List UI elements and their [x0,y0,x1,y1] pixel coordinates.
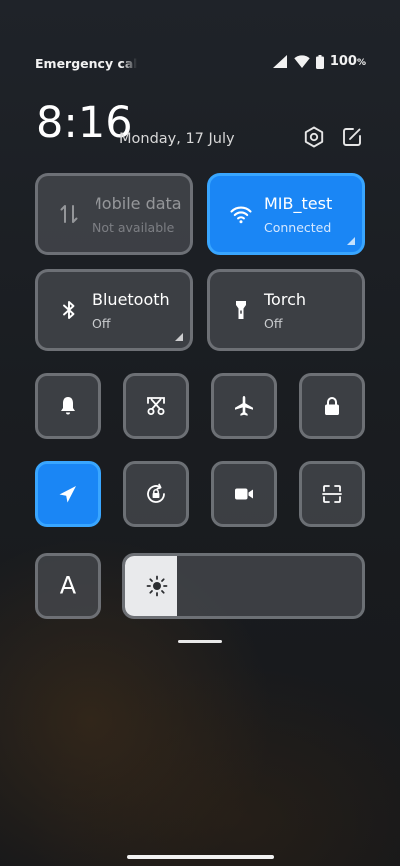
status-icons: 100% [272,54,366,69]
torch-label: Torch [264,290,307,309]
battery-percentage: 100% [330,54,366,69]
wifi-status: Connected [264,220,332,235]
status-bar [0,0,400,40]
airplane-mode-tile[interactable] [211,373,277,439]
cell-signal-icon [272,55,287,68]
torch-icon [236,301,246,319]
screenshot-tile[interactable] [123,373,189,439]
status-text: Emergency calls only [35,56,137,71]
edit-icon[interactable] [340,125,364,149]
airplane-icon [235,396,253,416]
font-size-tile[interactable]: A [35,553,101,619]
battery-unit: % [356,58,366,68]
wifi-signal-icon [294,55,310,68]
bluetooth-icon [63,301,75,319]
mobile-data-status: Not available [92,220,175,235]
screen-recorder-tile[interactable] [211,461,277,527]
notification-tile[interactable] [35,373,101,439]
date-text: Monday, 17 July [119,131,235,147]
mobile-data-label: Mobile data [96,194,182,213]
wifi-network-name: MIB_test [264,194,333,213]
brightness-slider[interactable] [122,553,365,619]
location-arrow-icon [59,486,76,503]
battery-icon [315,54,324,69]
wifi-expand-corner[interactable] [347,237,355,245]
bluetooth-tile[interactable]: Bluetooth Off [35,269,193,351]
bluetooth-status: Off [92,316,111,331]
sun-icon [146,575,168,597]
scan-icon [322,485,342,503]
home-indicator[interactable] [127,855,274,859]
mobile-data-arrows-icon [60,205,78,223]
auto-rotate-tile[interactable] [123,461,189,527]
wifi-tile[interactable]: MIB_test Connected [207,173,365,255]
torch-status: Off [264,316,283,331]
torch-tile[interactable]: Torch Off [207,269,365,351]
bluetooth-expand-corner[interactable] [175,333,183,341]
mobile-data-tile[interactable]: Mobile data Not available [35,173,193,255]
panel-drag-handle[interactable] [178,640,222,643]
font-a-icon: A [59,571,77,600]
bluetooth-label: Bluetooth [92,290,170,309]
rotation-lock-icon [147,483,165,503]
lock-icon [325,397,339,415]
lock-screen-tile[interactable] [299,373,365,439]
scanner-tile[interactable] [299,461,365,527]
scissors-icon [147,397,165,415]
location-tile[interactable] [35,461,101,527]
battery-value: 100 [329,54,357,69]
bell-icon [61,397,75,415]
wifi-icon [230,206,252,224]
video-camera-icon [235,488,253,500]
settings-hexagon-icon[interactable] [302,125,326,149]
